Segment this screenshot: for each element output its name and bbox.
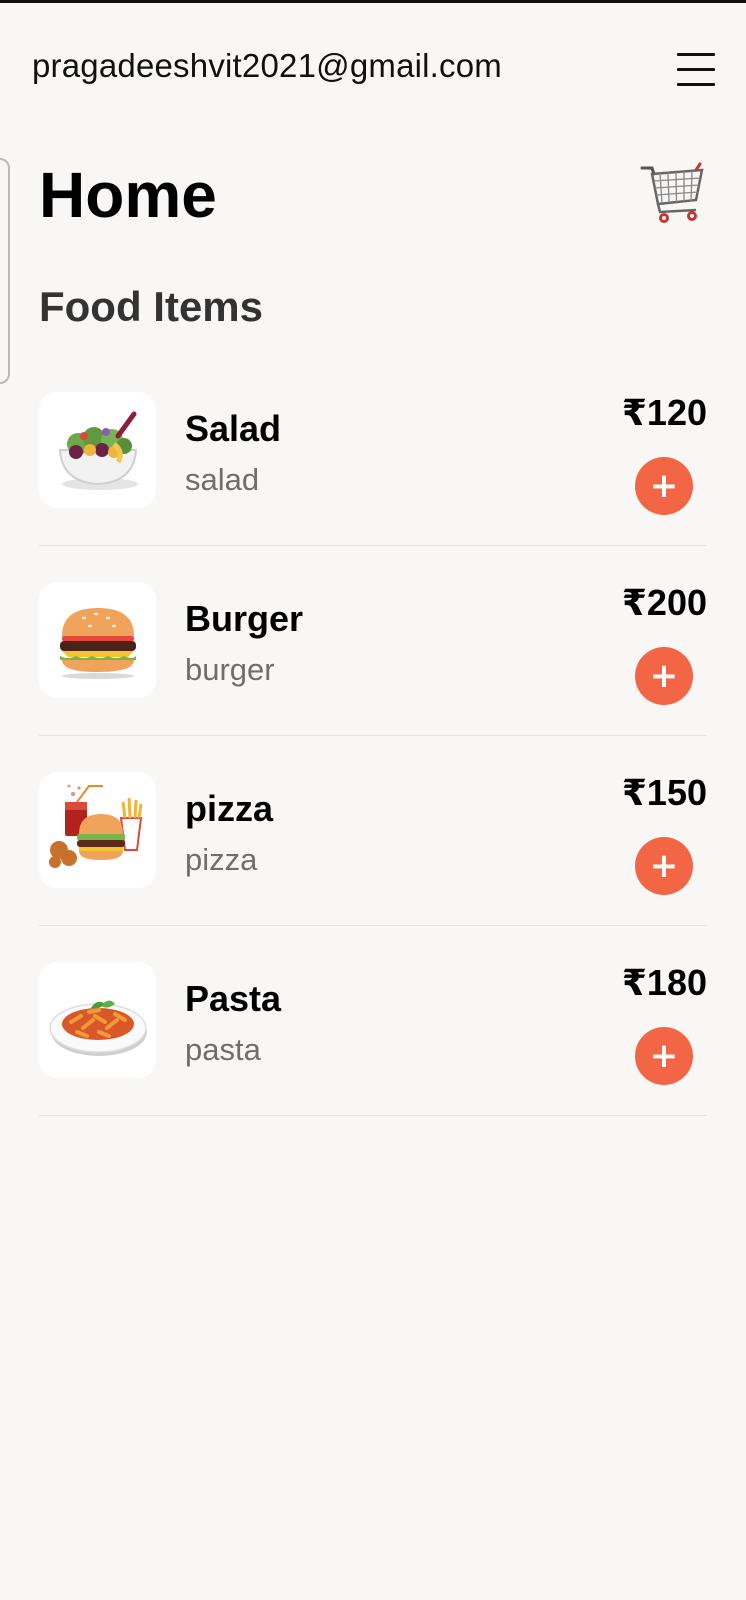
food-item-price: ₹120 (621, 392, 707, 433)
food-item-name: pizza (185, 788, 274, 829)
plus-icon: + (649, 1036, 679, 1076)
add-to-cart-button[interactable]: + (635, 647, 693, 705)
drawer-handle[interactable] (0, 158, 10, 384)
app-header: pragadeeshvit2021@gmail.com (0, 3, 746, 123)
divider (39, 925, 707, 926)
food-item-burger[interactable]: Burger burger ₹200 + (39, 580, 707, 770)
food-item-salad[interactable]: Salad salad ₹120 + (39, 390, 707, 580)
section-title: Food Items (39, 283, 264, 330)
add-to-cart-button[interactable]: + (635, 837, 693, 895)
food-item-name: Salad (185, 408, 282, 449)
food-items-list: Salad salad ₹120 + Burger burger ₹200 + … (39, 390, 707, 1150)
food-item-pasta[interactable]: Pasta pasta ₹180 + (39, 960, 707, 1150)
divider (39, 545, 707, 546)
food-item-description: pizza (185, 842, 258, 877)
divider (39, 1115, 707, 1116)
food-item-description: pasta (185, 1032, 261, 1067)
shopping-cart-icon[interactable] (638, 160, 710, 228)
food-item-price: ₹180 (621, 962, 707, 1003)
add-to-cart-button[interactable]: + (635, 1027, 693, 1085)
food-item-description: burger (185, 652, 275, 687)
pasta-plate-image (39, 962, 156, 1078)
page-title: Home (39, 159, 217, 231)
fast-food-combo-image (39, 772, 156, 888)
food-item-description: salad (185, 462, 260, 497)
food-item-price: ₹150 (621, 772, 707, 813)
add-to-cart-button[interactable]: + (635, 457, 693, 515)
plus-icon: + (649, 846, 679, 886)
salad-bowl-image (39, 392, 156, 508)
food-item-pizza[interactable]: pizza pizza ₹150 + (39, 770, 707, 960)
plus-icon: + (649, 656, 679, 696)
food-item-price: ₹200 (621, 582, 707, 623)
user-email: pragadeeshvit2021@gmail.com (32, 47, 502, 84)
plus-icon: + (649, 466, 679, 506)
hamburger-menu-icon[interactable] (677, 51, 715, 87)
food-item-name: Pasta (185, 978, 282, 1019)
food-item-name: Burger (185, 598, 304, 639)
burger-image (39, 582, 156, 698)
divider (39, 735, 707, 736)
